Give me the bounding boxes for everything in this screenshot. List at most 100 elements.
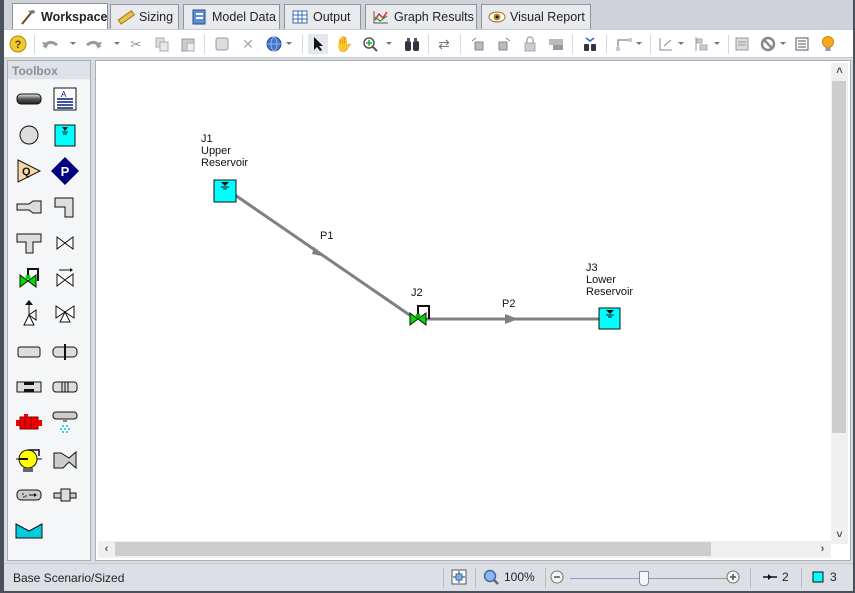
scroll-down-arrow[interactable]: ˅ <box>831 527 848 544</box>
align-dropdown[interactable] <box>714 42 720 45</box>
redo-dropdown[interactable] <box>114 42 120 45</box>
list-view-button[interactable] <box>792 34 812 54</box>
zoom-out-button[interactable] <box>550 570 564 584</box>
tool-reservoir[interactable] <box>50 121 80 149</box>
tool-check-valve[interactable] <box>50 263 80 291</box>
assigned-pressure-icon: P <box>51 157 79 185</box>
tool-orifice[interactable] <box>50 338 80 366</box>
flow-direction-arrow <box>312 247 326 257</box>
workspace-canvas[interactable]: J1 Upper Reservoir P1 J2 P2 J3 Lower Res… <box>95 60 851 561</box>
find-list-icon <box>584 37 596 51</box>
window-frame <box>0 0 4 593</box>
junction-j1-reservoir[interactable] <box>213 179 237 203</box>
tool-valve[interactable] <box>50 229 80 257</box>
junction-name: Upper <box>201 145 231 157</box>
tool-filter[interactable] <box>14 481 44 509</box>
group-button[interactable] <box>212 34 232 54</box>
hide-dropdown[interactable] <box>780 42 786 45</box>
pipe-drawing-dropdown[interactable] <box>636 42 642 45</box>
zoom-slider[interactable] <box>570 571 730 586</box>
pipe-label-p2: P2 <box>502 298 516 310</box>
tool-branch[interactable] <box>14 121 44 149</box>
reverse-direction-button[interactable]: ⇄ <box>434 34 454 54</box>
find-in-list-button[interactable] <box>580 34 600 54</box>
select-tool-button[interactable] <box>308 34 328 54</box>
svg-text:P: P <box>61 164 70 179</box>
tool-spray-discharge[interactable] <box>14 338 44 366</box>
tool-area-change[interactable] <box>14 193 44 221</box>
three-way-valve-icon <box>55 305 75 323</box>
tool-pipe[interactable] <box>14 85 44 113</box>
undo-dropdown[interactable] <box>70 42 76 45</box>
lock-button[interactable] <box>520 34 540 54</box>
tool-assigned-flow[interactable]: Q <box>14 157 44 185</box>
redo-button[interactable] <box>84 34 104 54</box>
tool-venturi[interactable] <box>50 373 80 401</box>
properties-panel-button[interactable] <box>732 34 752 54</box>
scroll-up-arrow[interactable]: ˄ <box>831 63 848 80</box>
junction-j3-reservoir[interactable] <box>598 307 621 330</box>
fit-window-icon <box>451 569 467 585</box>
globe-button[interactable] <box>264 34 284 54</box>
tool-control-valve[interactable] <box>14 263 44 291</box>
tips-button[interactable] <box>818 34 838 54</box>
horizontal-scrollbar[interactable]: ‹ › <box>98 541 831 558</box>
tool-bend[interactable] <box>50 193 80 221</box>
junction-j2-control-valve[interactable] <box>409 305 430 326</box>
zoom-level[interactable]: 100% <box>483 569 535 585</box>
grid-button[interactable] <box>656 34 676 54</box>
tool-assigned-pressure[interactable]: P <box>50 157 80 185</box>
rotate-left-button[interactable] <box>468 34 488 54</box>
tab-model-data[interactable]: Model Data <box>183 4 280 29</box>
tab-label: Visual Report <box>510 10 585 24</box>
zoom-in-status-button[interactable] <box>726 570 740 584</box>
scroll-right-arrow[interactable]: › <box>814 541 831 558</box>
grid-dropdown[interactable] <box>678 42 684 45</box>
delete-button[interactable]: ✕ <box>238 34 258 54</box>
tool-spray-nozzle[interactable] <box>50 409 80 437</box>
fit-to-window-button[interactable] <box>451 569 467 585</box>
vertical-scroll-thumb[interactable] <box>832 81 846 433</box>
tool-annotation[interactable]: A <box>50 85 80 113</box>
scroll-left-arrow[interactable]: ‹ <box>98 541 115 558</box>
tab-graph-results[interactable]: Graph Results <box>365 4 477 29</box>
tab-visual-report[interactable]: Visual Report <box>481 4 591 29</box>
pipe-p1[interactable] <box>234 193 412 318</box>
tab-workspace[interactable]: Workspace <box>12 3 108 30</box>
hide-button[interactable] <box>758 34 778 54</box>
paste-button[interactable] <box>178 34 198 54</box>
pan-button[interactable]: ✋ <box>334 34 354 54</box>
tab-sizing[interactable]: Sizing <box>110 4 179 29</box>
tool-tee[interactable] <box>14 229 44 257</box>
pipe-p2[interactable] <box>423 314 599 324</box>
horizontal-scroll-thumb[interactable] <box>115 542 711 556</box>
annotation-icon <box>549 39 563 50</box>
align-button[interactable] <box>692 34 712 54</box>
annotation-button[interactable] <box>546 34 566 54</box>
rotate-right-button[interactable] <box>494 34 514 54</box>
tool-heat-exchanger[interactable] <box>14 409 44 437</box>
cut-button[interactable]: ✂ <box>126 34 146 54</box>
junction-label-j1: J1 Upper Reservoir <box>201 133 248 169</box>
tool-volume-balance[interactable] <box>14 517 44 545</box>
tool-screen[interactable] <box>14 373 44 401</box>
list-icon <box>795 37 809 51</box>
help-button[interactable]: ? <box>8 34 28 54</box>
zoom-in-button[interactable] <box>360 34 380 54</box>
tool-three-way-valve[interactable] <box>50 299 80 327</box>
copy-button[interactable] <box>152 34 172 54</box>
scenario-status: Base Scenario/Sized <box>13 571 125 585</box>
find-button[interactable] <box>402 34 422 54</box>
vertical-scrollbar[interactable]: ˄ ˅ <box>831 63 848 544</box>
tool-dead-end[interactable] <box>50 481 80 509</box>
zoom-slider-thumb[interactable] <box>639 571 649 586</box>
pipe-drawing-button[interactable] <box>614 34 634 54</box>
globe-dropdown[interactable] <box>286 42 292 45</box>
tab-output[interactable]: Output <box>284 4 361 29</box>
tool-pump[interactable] <box>14 446 44 474</box>
undo-button[interactable] <box>40 34 60 54</box>
venturi-icon <box>52 381 78 393</box>
tool-relief-valve[interactable] <box>14 299 44 327</box>
zoom-dropdown[interactable] <box>386 42 392 45</box>
tool-general-component[interactable] <box>50 446 80 474</box>
